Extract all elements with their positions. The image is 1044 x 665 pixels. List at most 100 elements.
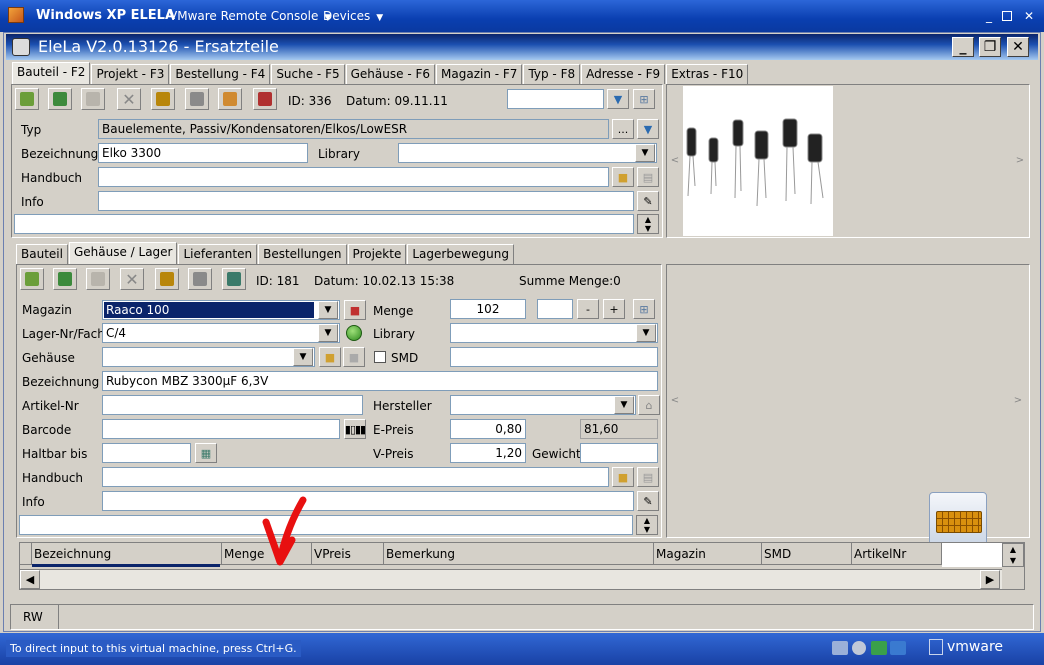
vpreis-field[interactable]: 1,20 [450, 443, 526, 463]
subtab-bauteil[interactable]: Bauteil [16, 244, 68, 264]
menu-devices[interactable]: Devices ▼ [323, 9, 383, 23]
paste-stock-button[interactable] [86, 268, 110, 290]
filter-input[interactable] [507, 89, 604, 109]
haltbar-field[interactable] [102, 443, 191, 463]
col-magazin[interactable]: Magazin [654, 543, 762, 565]
cart-button[interactable]: ⊞ [633, 89, 655, 109]
hersteller-select[interactable] [450, 395, 636, 415]
hersteller-goto-button[interactable]: ⌂ [638, 395, 660, 415]
library2-select[interactable] [450, 323, 658, 343]
smd-field[interactable] [450, 347, 658, 367]
view-doc-button[interactable]: ▤ [637, 167, 659, 187]
paste-part-button[interactable] [81, 88, 105, 110]
tab-bestellung[interactable]: Bestellung - F4 [170, 64, 271, 84]
epreis-field[interactable]: 0,80 [450, 419, 526, 439]
gehaeuse-select[interactable] [102, 347, 315, 367]
image-next-button[interactable]: > [1013, 86, 1027, 236]
minimize-button[interactable]: _ [952, 37, 974, 57]
barcode-button[interactable]: ▮▯▮▮ [344, 419, 366, 439]
copy-part-button[interactable] [48, 88, 72, 110]
subtab-gehaeuse-lager[interactable]: Gehäuse / Lager [68, 242, 178, 264]
info-field[interactable] [98, 191, 634, 211]
open-folder-button[interactable]: ■ [612, 167, 634, 187]
report-part-button[interactable] [253, 88, 277, 110]
chevron-down-icon[interactable]: ▼ [614, 396, 634, 414]
menge-minus-button[interactable]: - [577, 299, 599, 319]
stock-doc-button[interactable]: ▤ [637, 467, 659, 487]
tab-magazin[interactable]: Magazin - F7 [436, 64, 523, 84]
tab-extras[interactable]: Extras - F10 [666, 64, 749, 84]
scroll-right-button[interactable]: ▶ [980, 570, 1000, 589]
col-bezeichnung[interactable]: Bezeichnung [32, 543, 222, 565]
tab-typ[interactable]: Typ - F8 [523, 64, 581, 84]
stock-image-prev-button[interactable]: < [668, 266, 682, 536]
printer-status-icon[interactable] [890, 641, 906, 655]
edit-info-button[interactable]: ✎ [637, 191, 659, 211]
chevron-down-icon[interactable]: ▼ [635, 144, 655, 162]
print-part-button[interactable] [185, 88, 209, 110]
restore-button[interactable]: ❐ [979, 37, 1001, 57]
stock-notes-spinner[interactable]: ▲ ▼ [636, 515, 658, 535]
col-bemerkung[interactable]: Bemerkung [384, 543, 654, 565]
chevron-down-icon[interactable]: ▼ [318, 301, 338, 319]
tab-gehaeuse[interactable]: Gehäuse - F6 [345, 64, 436, 84]
grid-vscroll[interactable]: ▲ ▼ [1002, 543, 1024, 567]
stock-handbuch-field[interactable] [102, 467, 609, 487]
edit-part-button[interactable] [218, 88, 242, 110]
scroll-left-button[interactable]: ◀ [20, 570, 40, 589]
image-prev-button[interactable]: < [668, 86, 682, 236]
col-vpreis[interactable]: VPreis [312, 543, 384, 565]
stock-bez-field[interactable]: Rubycon MBZ 3300µF 6,3V [102, 371, 658, 391]
stock-edit-info-button[interactable]: ✎ [637, 491, 659, 511]
gewicht-field[interactable] [580, 443, 658, 463]
smd-checkbox[interactable] [374, 351, 386, 363]
vm-minimize-icon[interactable]: _ [982, 9, 996, 23]
col-artikelnr[interactable]: ArtikelNr [852, 543, 942, 565]
barcode-field[interactable] [102, 419, 340, 439]
vm-close-icon[interactable]: ✕ [1022, 9, 1036, 23]
bezeichnung-field[interactable]: Elko 3300 [98, 143, 308, 163]
grid-hscroll[interactable]: ◀ ▶ [20, 569, 1002, 589]
calendar-button[interactable]: ▦ [195, 443, 217, 463]
network-icon[interactable] [832, 641, 848, 655]
gehaeuse-open-button[interactable]: ■ [343, 347, 365, 367]
close-button[interactable]: ✕ [1007, 37, 1029, 57]
typ-select-button[interactable]: ... [612, 119, 634, 139]
typ-filter-button[interactable]: ▼ [637, 119, 659, 139]
save-stock-button[interactable] [155, 268, 179, 290]
new-part-button[interactable] [15, 88, 39, 110]
gehaeuse-folder-button[interactable]: ■ [319, 347, 341, 367]
tab-suche[interactable]: Suche - F5 [271, 64, 345, 84]
tab-bauteil[interactable]: Bauteil - F2 [12, 62, 91, 84]
magazin-select[interactable]: Raaco 100 [102, 300, 340, 320]
print-stock-button[interactable] [188, 268, 212, 290]
lager-select[interactable]: C/4 [102, 323, 340, 343]
chevron-down-icon[interactable]: ▼ [636, 324, 656, 342]
notes-spinner[interactable]: ▲ ▼ [637, 214, 659, 234]
handbuch-field[interactable] [98, 167, 609, 187]
delete-stock-button[interactable]: ✕ [120, 268, 144, 290]
chevron-down-icon[interactable]: ▼ [293, 348, 313, 366]
menge-field[interactable]: 102 [450, 299, 526, 319]
tab-projekt[interactable]: Projekt - F3 [91, 64, 170, 84]
usb-icon[interactable] [871, 641, 887, 655]
filter-button[interactable]: ▼ [607, 89, 629, 109]
stock-notes-field[interactable] [19, 515, 633, 535]
subtab-projekte[interactable]: Projekte [347, 244, 407, 264]
subtab-bestellungen[interactable]: Bestellungen [258, 244, 347, 264]
col-smd[interactable]: SMD [762, 543, 852, 565]
stock-image-next-button[interactable]: > [1011, 266, 1025, 536]
cart-stock-button[interactable]: ⊞ [633, 299, 655, 319]
goto-magazin-button[interactable]: ■ [344, 300, 366, 320]
vm-maximize-icon[interactable] [1002, 11, 1012, 21]
chevron-down-icon[interactable]: ▼ [318, 324, 338, 342]
new-stock-button[interactable] [20, 268, 44, 290]
stock-folder-button[interactable]: ■ [612, 467, 634, 487]
copy-stock-button[interactable] [53, 268, 77, 290]
menge-plus-button[interactable]: + [603, 299, 625, 319]
subtab-lagerbewegung[interactable]: Lagerbewegung [407, 244, 514, 264]
menu-vmware-remote-console[interactable]: VMware Remote Console ▼ [169, 9, 331, 23]
stock-info-field[interactable] [102, 491, 634, 511]
delete-part-button[interactable]: ✕ [117, 88, 141, 110]
typ-field[interactable]: Bauelemente, Passiv/Kondensatoren/Elkos/… [98, 119, 609, 139]
